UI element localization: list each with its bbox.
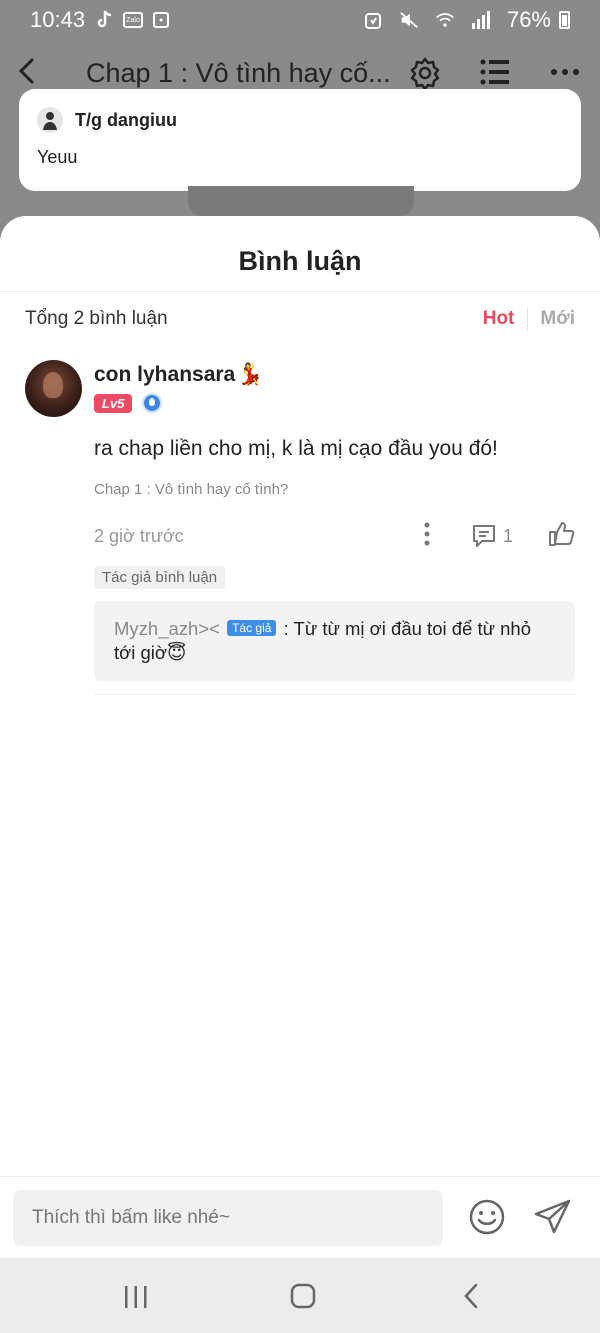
more-vertical-icon[interactable] <box>423 522 431 551</box>
status-bar: 10:43 Zalo ● 76% <box>0 0 600 40</box>
avatar[interactable] <box>25 360 82 417</box>
comment-input[interactable] <box>13 1190 443 1246</box>
home-icon[interactable] <box>290 1283 316 1314</box>
author-name: T/g dangiuu <box>75 109 177 130</box>
comment-summary: Tổng 2 bình luận Hot Mới <box>0 292 600 346</box>
author-commented-tag: Tác giả bình luận <box>94 566 226 589</box>
alarm-icon <box>363 10 383 30</box>
comment-username[interactable]: con lyhansara <box>94 363 235 387</box>
author-message-popup[interactable]: T/g dangiuu Yeuu <box>19 89 581 191</box>
comment-total: Tổng 2 bình luận <box>25 308 168 329</box>
level-badge: Lv5 <box>94 393 133 413</box>
battery-icon <box>559 11 570 29</box>
comment-item: con lyhansara 💃 Lv5 ra chap liền cho mị,… <box>0 346 600 695</box>
chapter-title: Chap 1 : Vô tình hay cố... <box>86 58 391 88</box>
author-message: Yeuu <box>37 147 78 167</box>
reply-count: 1 <box>502 525 513 546</box>
comment-chapter[interactable]: Chap 1 : Vô tình hay cố tình? <box>94 481 575 498</box>
sort-new-tab[interactable]: Mới <box>528 308 575 330</box>
status-time: 10:43 <box>30 7 86 32</box>
author-badge: Tác giả <box>227 620 277 636</box>
send-icon[interactable] <box>533 1197 573 1242</box>
like-icon[interactable] <box>547 520 575 553</box>
sheet-title: Bình luận <box>0 216 600 292</box>
back-nav-icon[interactable] <box>462 1283 480 1314</box>
water-drop-badge-icon <box>142 393 163 413</box>
emoji-icon[interactable] <box>468 1198 506 1241</box>
comment-time: 2 giờ trước <box>94 525 184 546</box>
author-avatar <box>37 107 63 133</box>
comment-text: ra chap liền cho mị, k là mị cạo đầu you… <box>94 437 498 460</box>
divider <box>94 694 575 695</box>
chapter-list-icon[interactable] <box>480 58 510 91</box>
more-icon[interactable] <box>550 58 580 91</box>
reply-icon <box>472 525 495 547</box>
comment-input-bar <box>0 1176 600 1258</box>
recent-apps-icon[interactable] <box>124 1285 148 1314</box>
comments-sheet: Bình luận Tổng 2 bình luận Hot Mới con l… <box>0 216 600 1258</box>
system-nav-bar <box>0 1258 600 1333</box>
back-icon[interactable] <box>16 56 38 86</box>
app-icon: ● <box>151 10 171 30</box>
reply-button[interactable]: 1 <box>471 523 513 549</box>
reply-preview[interactable]: Myzh_azh>< Tác giả : Từ từ mị ơi đầu toi… <box>94 601 575 681</box>
sort-hot-tab[interactable]: Hot <box>483 308 529 330</box>
tiktok-icon <box>95 10 115 30</box>
battery-percent: 76% <box>506 7 551 32</box>
signal-icon <box>471 10 491 30</box>
zalo-icon: Zalo <box>123 10 144 30</box>
reply-username[interactable]: Myzh_azh>< <box>114 618 220 639</box>
mute-icon <box>399 10 419 30</box>
background-panel <box>188 186 414 216</box>
wifi-icon <box>435 10 455 30</box>
dancer-emoji: 💃 <box>237 363 264 386</box>
